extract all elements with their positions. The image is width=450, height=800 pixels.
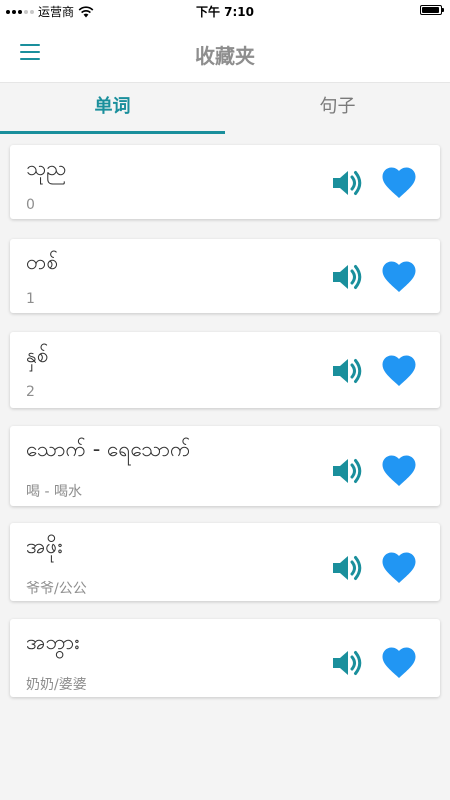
app-bar: 收藏夹 <box>0 22 450 83</box>
speaker-icon[interactable] <box>330 166 364 200</box>
speaker-icon[interactable] <box>330 551 364 585</box>
list-item[interactable]: အဖိုး 爷爷/公公 <box>10 523 440 601</box>
item-word: နှစ် <box>26 343 49 367</box>
status-time: 下午 7:10 <box>195 5 255 19</box>
speaker-icon[interactable] <box>330 260 364 294</box>
battery-icon <box>420 5 444 15</box>
item-meaning: 爷爷/公公 <box>26 581 87 597</box>
favorites-list: သုည 0 တစ် 1 နှစ် 2 သောက် - ရေသောက် 喝 - 喝… <box>10 145 440 697</box>
speaker-icon[interactable] <box>330 454 364 488</box>
list-item[interactable]: နှစ် 2 <box>10 332 440 408</box>
page-title: 收藏夹 <box>195 44 255 68</box>
heart-icon[interactable] <box>381 165 417 201</box>
tab-indicator <box>0 131 225 134</box>
item-meaning: 0 <box>26 197 35 213</box>
list-item[interactable]: တစ် 1 <box>10 239 440 313</box>
heart-icon[interactable] <box>381 353 417 389</box>
heart-icon[interactable] <box>381 259 417 295</box>
status-bar: 运营商 下午 7:10 <box>0 0 450 22</box>
item-meaning: 奶奶/婆婆 <box>26 677 87 693</box>
speaker-icon[interactable] <box>330 646 364 680</box>
tab-words[interactable]: 单词 <box>0 83 225 133</box>
heart-icon[interactable] <box>381 453 417 489</box>
item-meaning: 1 <box>26 291 35 307</box>
list-item[interactable]: သောက် - ရေသောက် 喝 - 喝水 <box>10 426 440 506</box>
item-meaning: 2 <box>26 384 35 400</box>
item-meaning: 喝 - 喝水 <box>26 484 82 500</box>
list-item[interactable]: အဘွား 奶奶/婆婆 <box>10 619 440 697</box>
heart-icon[interactable] <box>381 550 417 586</box>
item-word: အဘွား <box>26 630 80 654</box>
tab-bar: 单词 句子 <box>0 83 450 135</box>
heart-icon[interactable] <box>381 645 417 681</box>
speaker-icon[interactable] <box>330 354 364 388</box>
item-word: တစ် <box>26 250 59 274</box>
list-item[interactable]: သုည 0 <box>10 145 440 219</box>
item-word: သုည <box>26 156 67 180</box>
item-word: အဖိုး <box>26 534 63 558</box>
tab-sentences[interactable]: 句子 <box>225 83 450 133</box>
item-word: သောက် - ရေသောက် <box>26 437 191 461</box>
